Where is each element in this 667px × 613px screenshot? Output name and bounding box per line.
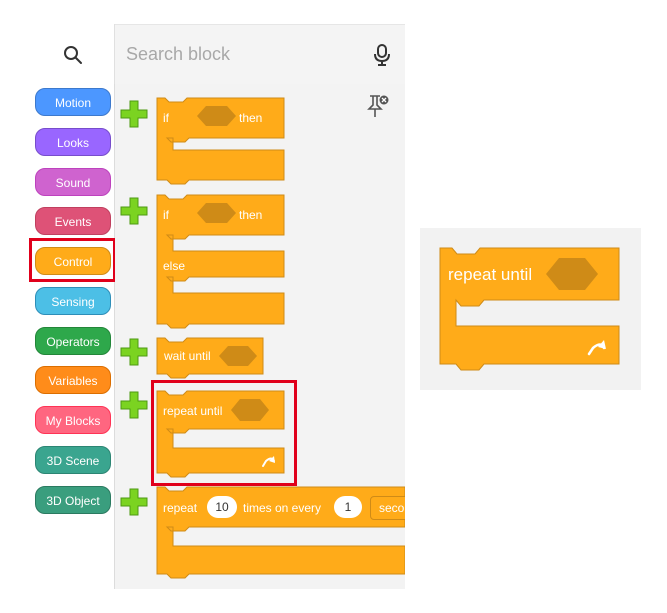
category-looks[interactable]: Looks bbox=[35, 128, 111, 156]
category-my-blocks[interactable]: My Blocks bbox=[35, 406, 111, 434]
block-palette: if then if then else wait until repeat u… bbox=[115, 84, 405, 589]
then-keyword: then bbox=[239, 208, 263, 222]
category-motion[interactable]: Motion bbox=[35, 88, 111, 116]
preview-block-label: repeat until bbox=[448, 265, 533, 284]
microphone-icon[interactable] bbox=[372, 43, 392, 67]
add-icon[interactable] bbox=[120, 391, 148, 419]
search-input[interactable]: Search block bbox=[126, 44, 230, 65]
if-keyword: if bbox=[163, 208, 169, 222]
category-operators[interactable]: Operators bbox=[35, 327, 111, 355]
then-keyword: then bbox=[239, 111, 263, 125]
add-icon[interactable] bbox=[120, 100, 148, 128]
category-3d-scene[interactable]: 3D Scene bbox=[35, 446, 111, 474]
time-unit-dropdown[interactable]: seco bbox=[370, 496, 405, 520]
repeat-until-preview-block bbox=[439, 247, 620, 371]
add-icon[interactable] bbox=[120, 197, 148, 225]
wait-until-label: wait until bbox=[164, 349, 211, 363]
category-sensing[interactable]: Sensing bbox=[35, 287, 111, 315]
category-variables[interactable]: Variables bbox=[35, 366, 111, 394]
interval-input[interactable]: 1 bbox=[334, 496, 362, 518]
search-icon[interactable] bbox=[62, 44, 84, 66]
repeat-until-highlight bbox=[151, 380, 297, 486]
add-icon[interactable] bbox=[120, 338, 148, 366]
times-on-every-label: times on every bbox=[243, 501, 322, 515]
else-keyword: else bbox=[163, 259, 186, 273]
control-category-highlight bbox=[29, 238, 116, 282]
category-3d-object[interactable]: 3D Object bbox=[35, 486, 111, 514]
repeat-count-input[interactable]: 10 bbox=[207, 496, 237, 518]
category-sound[interactable]: Sound bbox=[35, 168, 111, 196]
add-icon[interactable] bbox=[120, 488, 148, 516]
pin-icon[interactable] bbox=[365, 92, 391, 120]
if-then-block[interactable] bbox=[156, 97, 285, 185]
if-keyword: if bbox=[163, 111, 169, 125]
category-events[interactable]: Events bbox=[35, 207, 111, 235]
repeat-keyword: repeat bbox=[163, 501, 198, 515]
